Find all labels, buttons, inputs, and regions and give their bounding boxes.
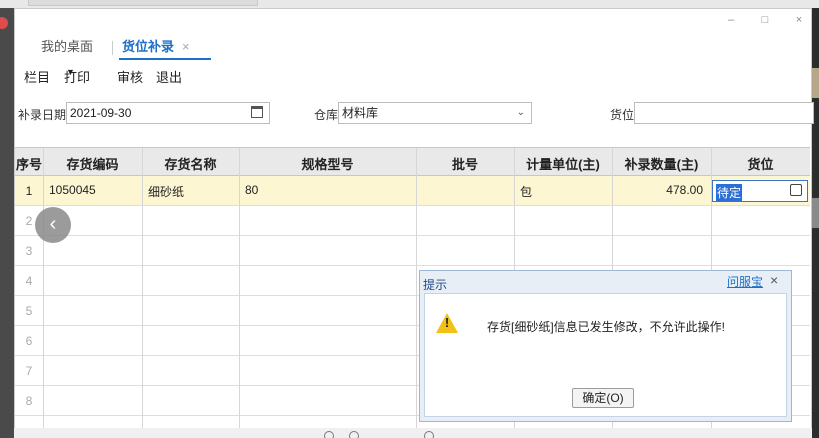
date-value: 2021-09-30: [70, 106, 132, 120]
dialog-body: ! 存货[细砂纸]信息已发生修改，不允许此操作! 确定(O): [424, 293, 787, 417]
header-location: 货位: [747, 157, 774, 172]
header-unit: 计量单位(主): [526, 157, 600, 172]
alert-dialog: 提示 问服宝 × ! 存货[细砂纸]信息已发生修改，不允许此操作! 确定(O): [419, 270, 792, 422]
date-field[interactable]: 2021-09-30: [66, 102, 270, 124]
column-divider: [239, 148, 240, 438]
location-cell-value[interactable]: 待定: [716, 184, 743, 201]
header-spec: 规格型号: [301, 157, 354, 172]
active-tab-underline: [119, 58, 211, 60]
row-number: 3: [25, 244, 33, 258]
dialog-close-button[interactable]: ×: [770, 272, 778, 288]
table-row[interactable]: 2: [15, 206, 810, 236]
location-label: 货位: [610, 108, 635, 122]
tab-bar: 我的桌面 货位补录 ×: [15, 37, 811, 61]
tab-label: 货位补录: [122, 39, 175, 54]
location-cell-editor[interactable]: 待定: [712, 180, 808, 202]
header-batch: 批号: [451, 157, 478, 172]
cell-code[interactable]: 1050045: [49, 183, 96, 197]
dialog-title: 提示: [423, 278, 448, 292]
maximize-button[interactable]: □: [755, 12, 775, 28]
warehouse-label: 仓库: [314, 108, 339, 122]
close-tab-icon[interactable]: ×: [182, 39, 190, 54]
cell-name[interactable]: 细砂纸: [148, 183, 184, 200]
toolbar-icon[interactable]: [349, 431, 359, 438]
warehouse-value: 材料库: [342, 106, 379, 120]
row-number: 7: [25, 364, 33, 378]
row-number: 1: [25, 184, 33, 198]
toolbar-icon[interactable]: [324, 431, 334, 438]
toolbar-icon[interactable]: [424, 431, 434, 438]
filter-form: 补录日期 2021-09-30 仓库 材料库 ⌄ 货位: [15, 101, 814, 127]
background-taskbar: [0, 0, 819, 8]
help-link[interactable]: 问服宝: [727, 273, 763, 290]
background-thumbnail: [812, 198, 819, 228]
close-window-button[interactable]: ×: [789, 12, 809, 28]
table-row[interactable]: 1 1050045 细砂纸 80 包 478.00 待定: [15, 176, 810, 206]
header-no: 序号: [15, 157, 42, 172]
menu-exit[interactable]: 退出: [156, 67, 182, 86]
row-number: 6: [25, 334, 33, 348]
chevron-down-icon: ⌄: [516, 107, 525, 118]
menu-audit[interactable]: 审核: [117, 67, 143, 86]
tab-my-desktop[interactable]: 我的桌面: [41, 37, 93, 61]
header-name: 存货名称: [164, 157, 217, 172]
date-label: 补录日期: [18, 108, 67, 122]
row-number: 5: [25, 304, 33, 318]
dialog-message: 存货[细砂纸]信息已发生修改，不允许此操作!: [487, 320, 726, 334]
tab-location-entry[interactable]: 货位补录 ×: [119, 37, 211, 61]
background-right-edge: [812, 8, 819, 438]
background-left-edge: [0, 8, 14, 438]
chevron-down-icon: ▼: [66, 67, 75, 77]
tab-divider: [112, 41, 113, 55]
dialog-title-bar: 提示 问服宝 ×: [420, 271, 791, 293]
background-window-tab: [28, 0, 258, 6]
row-number: 8: [25, 394, 33, 408]
background-thumbnail: [812, 68, 819, 98]
back-nav-button[interactable]: ‹: [35, 207, 71, 243]
cell-spec[interactable]: 80: [245, 183, 258, 197]
minimize-button[interactable]: –: [721, 12, 741, 28]
column-divider: [142, 148, 143, 438]
bottom-toolbar: [14, 428, 812, 438]
cell-unit[interactable]: 包: [520, 183, 532, 200]
app-window: – □ × 我的桌面 货位补录 × 栏目 打印 ▼ 审核 退出 补录日期 2021-…: [14, 8, 814, 438]
lookup-icon[interactable]: [790, 184, 802, 196]
ok-button[interactable]: 确定(O): [572, 388, 634, 408]
calendar-icon[interactable]: [251, 106, 263, 118]
table-row[interactable]: 3: [15, 236, 810, 266]
location-field[interactable]: [634, 102, 814, 124]
header-qty: 补录数量(主): [624, 157, 699, 172]
column-divider: [43, 148, 44, 438]
header-code: 存货编码: [66, 157, 119, 172]
row-number: 4: [25, 274, 33, 288]
menu-columns[interactable]: 栏目: [24, 67, 50, 86]
warning-mark: !: [444, 315, 450, 330]
column-divider: [416, 148, 417, 438]
table-header: 序号 存货编码 存货名称 规格型号 批号 计量单位(主) 补录数量(主) 货位: [15, 148, 810, 176]
cell-qty[interactable]: 478.00: [612, 183, 703, 197]
title-bar: – □ ×: [15, 9, 811, 31]
warehouse-select[interactable]: 材料库 ⌄: [338, 102, 532, 124]
